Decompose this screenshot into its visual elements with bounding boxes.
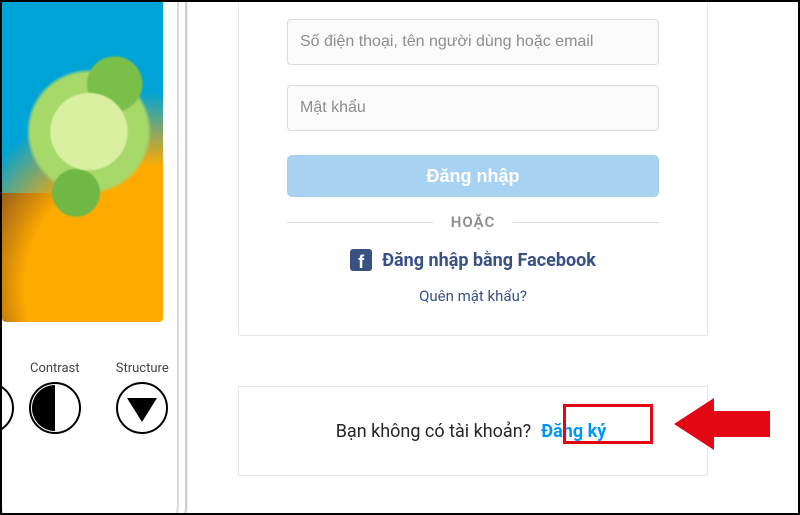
username-input[interactable] — [287, 19, 659, 65]
edit-tool-structure[interactable]: Structure — [108, 361, 178, 434]
edit-tool-label: Contrast — [20, 361, 90, 376]
phone-screen: ss Contrast Structure — [0, 0, 179, 515]
divider-line — [287, 222, 433, 223]
annotation-arrow-body — [714, 411, 770, 437]
or-label: HOẶC — [451, 213, 496, 231]
edit-tool-contrast[interactable]: Contrast — [20, 361, 90, 434]
signup-link[interactable]: Đăng ký — [537, 419, 610, 444]
login-button[interactable]: Đăng nhập — [287, 155, 659, 197]
edit-tool-label: Structure — [108, 361, 178, 376]
signup-card: Bạn không có tài khoản? Đăng ký — [238, 386, 708, 476]
photo-preview — [2, 0, 163, 322]
edit-toolbar: ss Contrast Structure — [2, 342, 177, 452]
or-divider: HOẶC — [287, 213, 659, 231]
annotation-arrow-icon — [674, 398, 714, 450]
divider-line — [513, 222, 659, 223]
facebook-icon: f — [350, 249, 372, 271]
contrast-icon — [29, 382, 81, 434]
forgot-password-link[interactable]: Quên mật khẩu? — [287, 287, 659, 305]
edit-tool-label: ss — [0, 361, 2, 376]
screenshot-frame: ss Contrast Structure Đăng nhập — [0, 0, 800, 515]
password-input[interactable] — [287, 85, 659, 131]
login-card: Đăng nhập HOẶC f Đăng nhập bằng Facebook… — [238, 0, 708, 336]
phone-mock: ss Contrast Structure — [0, 0, 187, 515]
signup-prompt: Bạn không có tài khoản? — [336, 421, 531, 442]
edit-tool-partial[interactable]: ss — [0, 361, 2, 434]
facebook-login-label: Đăng nhập bằng Facebook — [382, 250, 596, 271]
facebook-login-button[interactable]: f Đăng nhập bằng Facebook — [287, 249, 659, 271]
tool-icon-circle — [0, 382, 14, 434]
structure-icon — [116, 382, 168, 434]
